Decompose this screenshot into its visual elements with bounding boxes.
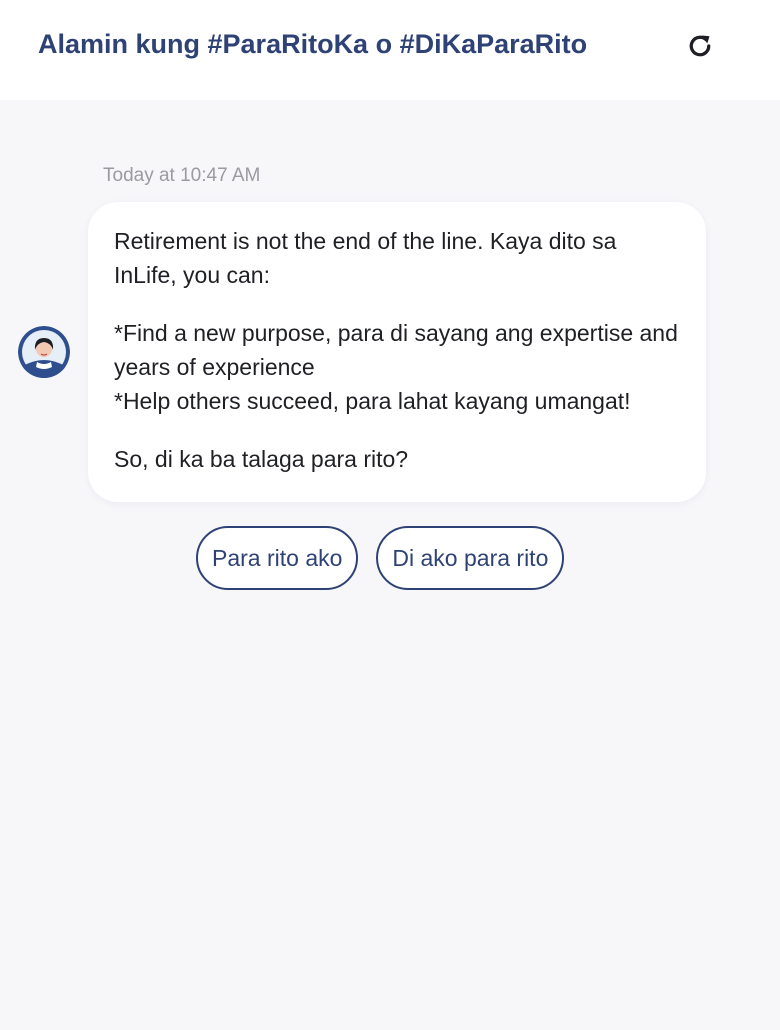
quick-reply-di-ako-para-rito-button[interactable]: Di ako para rito <box>376 526 565 590</box>
quick-reply-para-rito-ako-button[interactable]: Para rito ako <box>196 526 359 590</box>
message-line: Retirement is not the end of the line. K… <box>114 228 617 288</box>
message-line: *Find a new purpose, para di sayang ang … <box>114 320 678 380</box>
message-timestamp: Today at 10:47 AM <box>103 165 261 186</box>
refresh-button[interactable] <box>680 26 720 66</box>
page-title: Alamin kung #ParaRitoKa o #DiKaParaRito <box>38 29 588 59</box>
quick-replies: Para rito ako Di ako para rito <box>196 526 565 590</box>
refresh-icon <box>689 35 711 57</box>
chat-message-bubble: Retirement is not the end of the line. K… <box>88 202 706 502</box>
message-line: *Help others succeed, para lahat kayang … <box>114 388 631 414</box>
chat-header: Alamin kung #ParaRitoKa o #DiKaParaRito <box>0 0 780 100</box>
message-line: So, di ka ba talaga para rito? <box>114 446 409 472</box>
bot-avatar <box>18 326 70 378</box>
